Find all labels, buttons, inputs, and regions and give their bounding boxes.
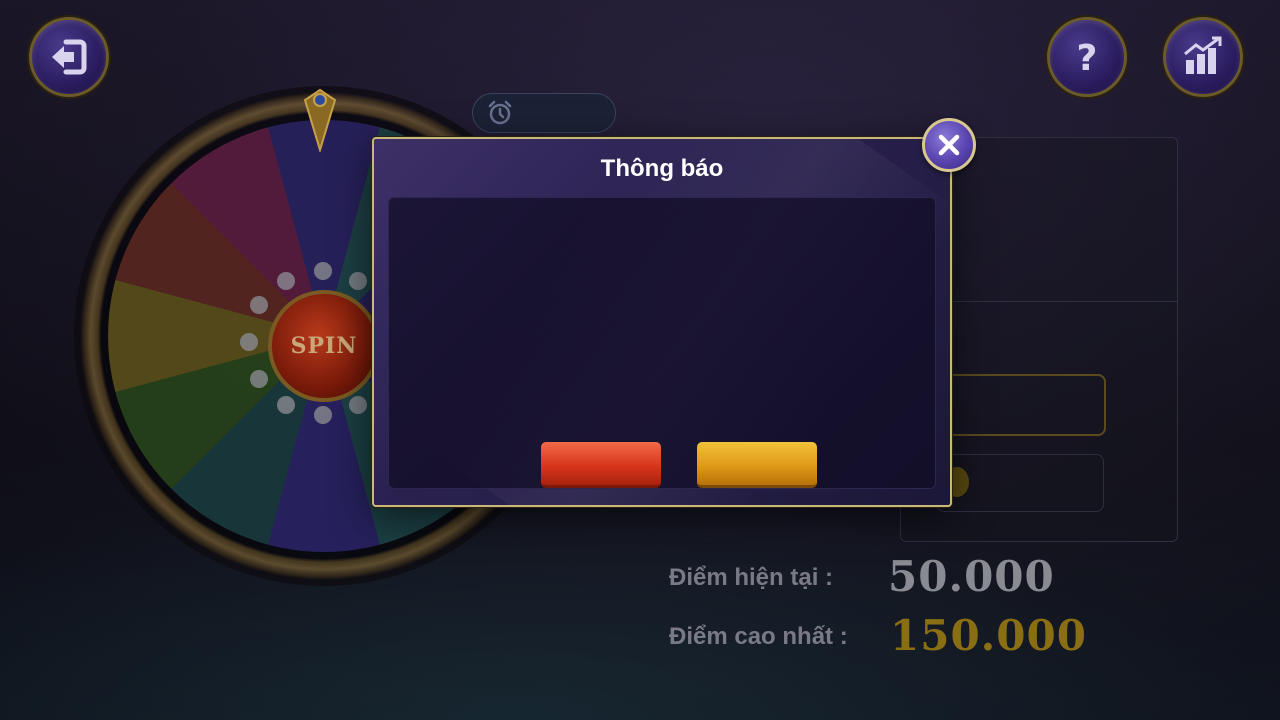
alarm-clock-icon	[488, 100, 512, 125]
close-button[interactable]	[922, 118, 976, 172]
wheel-peg	[277, 396, 295, 414]
help-button[interactable]: ?	[1047, 17, 1127, 97]
back-button[interactable]	[29, 17, 109, 97]
back-arrow-icon	[52, 39, 87, 75]
cancel-button[interactable]	[541, 442, 661, 488]
question-icon: ?	[1077, 38, 1098, 79]
bet-field[interactable]	[936, 374, 1106, 436]
wheel-pointer-icon	[303, 88, 337, 152]
wheel-peg	[314, 262, 332, 280]
confirm-button[interactable]	[697, 442, 817, 488]
notification-dialog: Thông báo	[372, 137, 952, 507]
wheel-peg	[240, 333, 258, 351]
spin-button[interactable]: SPIN	[268, 290, 380, 402]
current-score-label: Điểm hiện tại :	[669, 564, 834, 591]
wheel-peg	[349, 272, 367, 290]
dialog-body	[388, 197, 936, 489]
wheel-peg	[250, 296, 268, 314]
wheel-peg	[314, 406, 332, 424]
best-score-label: Điểm cao nhất :	[669, 623, 848, 650]
wheel-peg	[277, 272, 295, 290]
svg-text:?: ?	[1077, 38, 1098, 79]
best-score-value: 150.000	[890, 611, 1087, 660]
timer-pill	[472, 93, 616, 133]
wheel-peg	[250, 370, 268, 388]
coin-field[interactable]	[936, 454, 1104, 512]
dialog-title: Thông báo	[600, 155, 724, 182]
current-score-value: 50.000	[888, 552, 1055, 601]
stats-button[interactable]	[1163, 17, 1243, 97]
spin-label: SPIN	[290, 333, 358, 359]
close-icon	[938, 134, 960, 156]
bar-chart-icon	[1184, 36, 1222, 74]
wheel-peg	[349, 396, 367, 414]
